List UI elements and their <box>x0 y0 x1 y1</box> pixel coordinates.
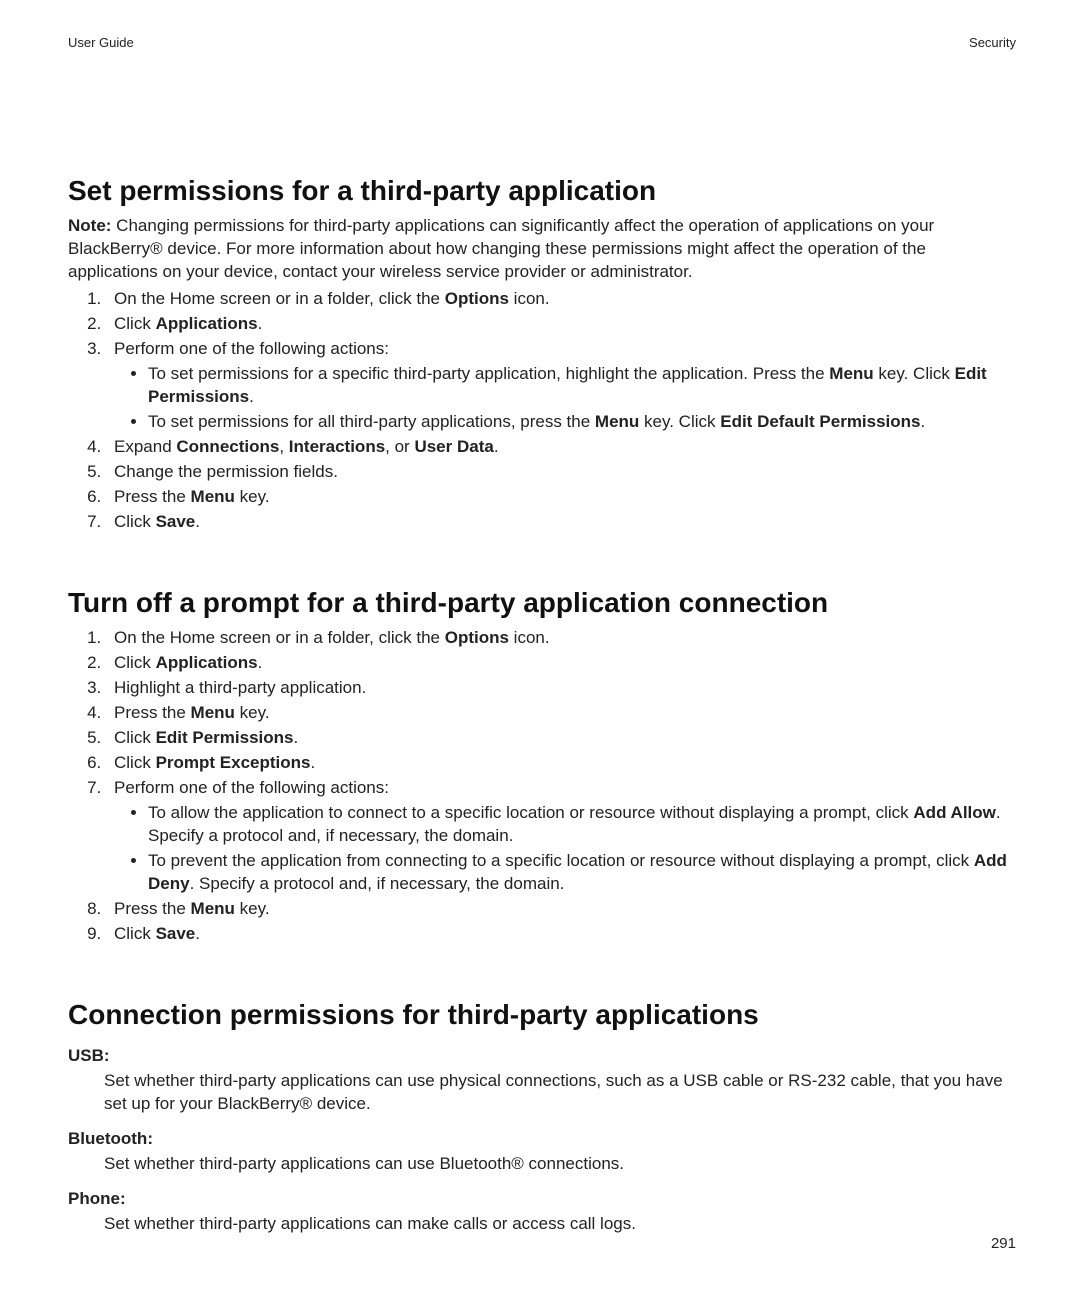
bold-text: User Data <box>414 437 493 456</box>
text: . <box>249 387 254 406</box>
text: . <box>195 924 200 943</box>
text: . <box>310 753 315 772</box>
text: On the Home screen or in a folder, click… <box>114 289 445 308</box>
text: Click <box>114 924 156 943</box>
header-left: User Guide <box>68 34 134 52</box>
text: . <box>258 314 263 333</box>
section2-heading: Turn off a prompt for a third-party appl… <box>68 584 1016 622</box>
text: key. Click <box>874 364 955 383</box>
section1-steps: On the Home screen or in a folder, click… <box>68 288 1016 533</box>
definition-list: USB: Set whether third-party application… <box>68 1045 1016 1236</box>
bold-text: Options <box>445 628 509 647</box>
list-item: Click Edit Permissions. <box>106 727 1016 750</box>
text: Highlight a third-party application. <box>114 678 366 697</box>
phone-def: Set whether third-party applications can… <box>104 1213 1016 1236</box>
list-item: On the Home screen or in a folder, click… <box>106 627 1016 650</box>
text: Press the <box>114 703 191 722</box>
list-item: Press the Menu key. <box>106 702 1016 725</box>
bold-text: Save <box>156 512 196 531</box>
sub-bullets: To set permissions for a specific third-… <box>148 363 1016 434</box>
list-item: Click Save. <box>106 511 1016 534</box>
list-item: To set permissions for all third-party a… <box>148 411 1016 434</box>
text: Press the <box>114 899 191 918</box>
list-item: Highlight a third-party application. <box>106 677 1016 700</box>
bold-text: Menu <box>191 899 235 918</box>
text: Click <box>114 728 156 747</box>
list-item: On the Home screen or in a folder, click… <box>106 288 1016 311</box>
text: . <box>494 437 499 456</box>
text: Click <box>114 314 156 333</box>
bold-text: Connections <box>176 437 279 456</box>
text: To allow the application to connect to a… <box>148 803 913 822</box>
list-item: To allow the application to connect to a… <box>148 802 1016 848</box>
text: Perform one of the following actions: <box>114 339 389 358</box>
list-item: Perform one of the following actions: To… <box>106 777 1016 896</box>
bold-text: Applications <box>156 653 258 672</box>
text: Click <box>114 753 156 772</box>
text: Click <box>114 653 156 672</box>
list-item: Press the Menu key. <box>106 898 1016 921</box>
text: , <box>279 437 288 456</box>
note-body: Changing permissions for third-party app… <box>68 216 934 281</box>
phone-term: Phone: <box>68 1188 1016 1211</box>
list-item: Expand Connections, Interactions, or Use… <box>106 436 1016 459</box>
bluetooth-def: Set whether third-party applications can… <box>104 1153 1016 1176</box>
text: Click <box>114 512 156 531</box>
text: Change the permission fields. <box>114 462 338 481</box>
section1-note: Note: Changing permissions for third-par… <box>68 215 1016 284</box>
text: . <box>258 653 263 672</box>
bold-text: Menu <box>595 412 639 431</box>
bold-text: Add Allow <box>913 803 995 822</box>
section3-heading: Connection permissions for third-party a… <box>68 996 1016 1034</box>
list-item: Press the Menu key. <box>106 486 1016 509</box>
section1-heading: Set permissions for a third-party applic… <box>68 172 1016 210</box>
note-label: Note: <box>68 216 111 235</box>
text: On the Home screen or in a folder, click… <box>114 628 445 647</box>
text: key. <box>235 487 270 506</box>
list-item: To set permissions for a specific third-… <box>148 363 1016 409</box>
text: key. Click <box>639 412 720 431</box>
list-item: Perform one of the following actions: To… <box>106 338 1016 434</box>
page-header: User Guide Security <box>68 34 1016 52</box>
header-right: Security <box>969 34 1016 52</box>
text: To prevent the application from connecti… <box>148 851 974 870</box>
list-item: To prevent the application from connecti… <box>148 850 1016 896</box>
text: . <box>921 412 926 431</box>
text: To set permissions for a specific third-… <box>148 364 829 383</box>
list-item: Click Applications. <box>106 313 1016 336</box>
text: Perform one of the following actions: <box>114 778 389 797</box>
bold-text: Menu <box>191 487 235 506</box>
list-item: Click Applications. <box>106 652 1016 675</box>
bold-text: Interactions <box>289 437 385 456</box>
bold-text: Applications <box>156 314 258 333</box>
text: , or <box>385 437 414 456</box>
text: Press the <box>114 487 191 506</box>
usb-def: Set whether third-party applications can… <box>104 1070 1016 1116</box>
bold-text: Options <box>445 289 509 308</box>
text: . Specify a protocol and, if necessary, … <box>190 874 565 893</box>
usb-term: USB: <box>68 1045 1016 1068</box>
bold-text: Edit Default Permissions <box>720 412 920 431</box>
list-item: Click Prompt Exceptions. <box>106 752 1016 775</box>
bold-text: Menu <box>191 703 235 722</box>
sub-bullets: To allow the application to connect to a… <box>148 802 1016 896</box>
text: key. <box>235 899 270 918</box>
bluetooth-term: Bluetooth: <box>68 1128 1016 1151</box>
page-number: 291 <box>991 1234 1016 1254</box>
bold-text: Prompt Exceptions <box>156 753 311 772</box>
bold-text: Save <box>156 924 196 943</box>
text: . <box>195 512 200 531</box>
list-item: Click Save. <box>106 923 1016 946</box>
text: To set permissions for all third-party a… <box>148 412 595 431</box>
bold-text: Menu <box>829 364 873 383</box>
text: key. <box>235 703 270 722</box>
text: icon. <box>509 628 550 647</box>
document-page: User Guide Security Set permissions for … <box>0 0 1080 1296</box>
text: Expand <box>114 437 176 456</box>
list-item: Change the permission fields. <box>106 461 1016 484</box>
section2-steps: On the Home screen or in a folder, click… <box>68 627 1016 945</box>
text: icon. <box>509 289 550 308</box>
bold-text: Edit Permissions <box>156 728 294 747</box>
text: . <box>294 728 299 747</box>
